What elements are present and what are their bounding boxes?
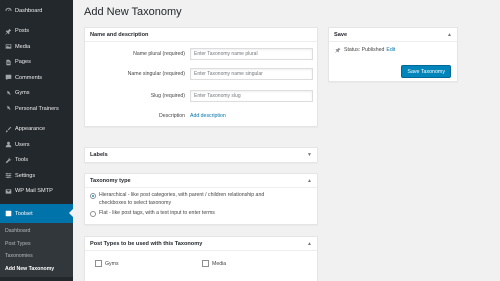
wrench-icon	[4, 156, 12, 164]
collapse-toggle-icon[interactable]: ▲	[447, 32, 452, 38]
save-taxonomy-button[interactable]: Save Taxonomy	[401, 65, 451, 78]
box-header: Post Types to be used with this Taxonomy…	[85, 237, 317, 251]
menu-appearance[interactable]: Appearance	[0, 122, 73, 138]
box-header: Name and description	[85, 28, 317, 42]
menu-pages[interactable]: Pages	[0, 55, 73, 71]
flat-radio[interactable]	[90, 211, 96, 217]
box-title: Post Types to be used with this Taxonomy	[90, 240, 203, 247]
pin-icon	[335, 47, 341, 53]
menu-posts[interactable]: Posts	[0, 24, 73, 40]
submenu-taxonomies[interactable]: Taxonomies	[0, 250, 73, 263]
labels-box[interactable]: Labels ▼	[84, 147, 318, 163]
page-title: Add New Taxonomy	[84, 6, 182, 18]
hierarchical-line2: checkboxes to select taxonomy	[99, 199, 172, 206]
status-text: Status: Published	[344, 47, 385, 53]
media-checkbox[interactable]	[202, 260, 209, 267]
description-label: Description	[159, 113, 185, 119]
box-header: Labels ▼	[85, 148, 317, 162]
box-title: Save	[334, 31, 348, 38]
menu-label: Tools	[15, 157, 29, 164]
singular-label: Name singular (required)	[127, 71, 185, 77]
flat-text: Flat - like post tags, with a text input…	[99, 210, 215, 216]
post-type-option[interactable]: Gyms	[95, 260, 119, 267]
singular-row: Name singular (required)	[85, 68, 317, 82]
mail-icon	[4, 187, 12, 195]
hierarchical-text: Hierarchical - like post categories, wit…	[99, 192, 264, 207]
media-icon	[4, 43, 12, 51]
hierarchical-radio[interactable]	[90, 193, 96, 199]
menu-label: Personal Trainers	[15, 105, 59, 112]
slug-row: Slug (required)	[85, 90, 317, 104]
description-row: Description Add description	[85, 110, 317, 124]
menu-label: Users	[15, 141, 30, 148]
submenu-post-types[interactable]: Post Types	[0, 238, 73, 251]
box-title: Name and description	[90, 31, 149, 38]
box-title: Labels	[90, 152, 108, 158]
option-label: Media	[212, 260, 227, 267]
submenu-dashboard[interactable]: Dashboard	[0, 225, 73, 238]
menu-label: Toolset	[15, 210, 33, 217]
hierarchical-line1: Hierarchical - like post categories, wit…	[99, 192, 265, 198]
menu-personal-trainers[interactable]: Personal Trainers	[0, 101, 73, 117]
menu-label: Appearance	[15, 126, 46, 133]
plural-label: Name plural (required)	[133, 51, 185, 57]
dashboard-icon	[4, 7, 12, 15]
status-edit-link[interactable]: Edit	[386, 47, 395, 53]
box-title: Taxonomy type	[90, 177, 131, 184]
add-description-link[interactable]: Add description	[190, 113, 226, 119]
menu-gyms[interactable]: Gyms	[0, 86, 73, 102]
slug-label: Slug (required)	[150, 93, 185, 99]
menu-media[interactable]: Media	[0, 39, 73, 55]
menu-comments[interactable]: Comments	[0, 70, 73, 86]
menu-label: Pages	[15, 59, 31, 66]
plural-input[interactable]	[190, 48, 313, 60]
toolset-submenu: Dashboard Post Types Taxonomies Add New …	[0, 223, 73, 277]
trainers-icon	[4, 105, 12, 113]
plural-row: Name plural (required)	[85, 48, 317, 62]
gyms-checkbox[interactable]	[95, 260, 102, 267]
submenu-add-new-taxonomy[interactable]: Add New Taxonomy	[0, 263, 73, 276]
pages-icon	[4, 58, 12, 66]
save-box: Save ▲ Status: Published Edit Save Taxon…	[328, 27, 458, 82]
flat-option[interactable]: Flat - like post tags, with a text input…	[90, 210, 215, 218]
menu-toolset[interactable]: Toolset	[0, 204, 73, 223]
menu-label: Media	[15, 43, 31, 50]
comments-icon	[4, 74, 12, 82]
gyms-icon	[4, 89, 12, 97]
toolset-icon	[4, 210, 12, 218]
menu-label: Posts	[15, 28, 29, 35]
admin-sidebar: Dashboard Posts Media Pages Comments Gym…	[0, 0, 73, 281]
menu-dashboard[interactable]: Dashboard	[0, 3, 73, 19]
settings-icon	[4, 172, 12, 180]
menu-label: Gyms	[15, 90, 30, 97]
collapse-toggle-icon[interactable]: ▲	[307, 178, 312, 184]
menu-label: Dashboard	[15, 7, 43, 14]
brush-icon	[4, 125, 12, 133]
status-line: Status: Published Edit	[335, 47, 395, 53]
menu-users[interactable]: Users	[0, 137, 73, 153]
slug-input[interactable]	[190, 90, 313, 102]
pin-icon	[4, 27, 12, 35]
menu-wp-mail-smtp[interactable]: WP Mail SMTP	[0, 184, 73, 200]
hierarchical-option[interactable]: Hierarchical - like post categories, wit…	[90, 192, 264, 207]
expand-toggle-icon[interactable]: ▼	[307, 152, 312, 158]
option-label: Gyms	[105, 260, 119, 267]
post-type-option[interactable]: Media	[202, 260, 226, 267]
menu-label: Comments	[15, 74, 43, 81]
menu-label: Settings	[15, 172, 36, 179]
taxonomy-type-box: Taxonomy type ▲ Hierarchical - like post…	[84, 173, 318, 225]
box-header: Taxonomy type ▲	[85, 174, 317, 188]
menu-tools[interactable]: Tools	[0, 153, 73, 169]
post-types-box: Post Types to be used with this Taxonomy…	[84, 236, 318, 281]
box-header: Save ▲	[329, 28, 457, 42]
singular-input[interactable]	[190, 68, 313, 80]
name-description-box: Name and description Name plural (requir…	[84, 27, 318, 127]
menu-label: WP Mail SMTP	[15, 188, 53, 195]
collapse-toggle-icon[interactable]: ▲	[307, 241, 312, 247]
menu-settings[interactable]: Settings	[0, 168, 73, 184]
users-icon	[4, 141, 12, 149]
